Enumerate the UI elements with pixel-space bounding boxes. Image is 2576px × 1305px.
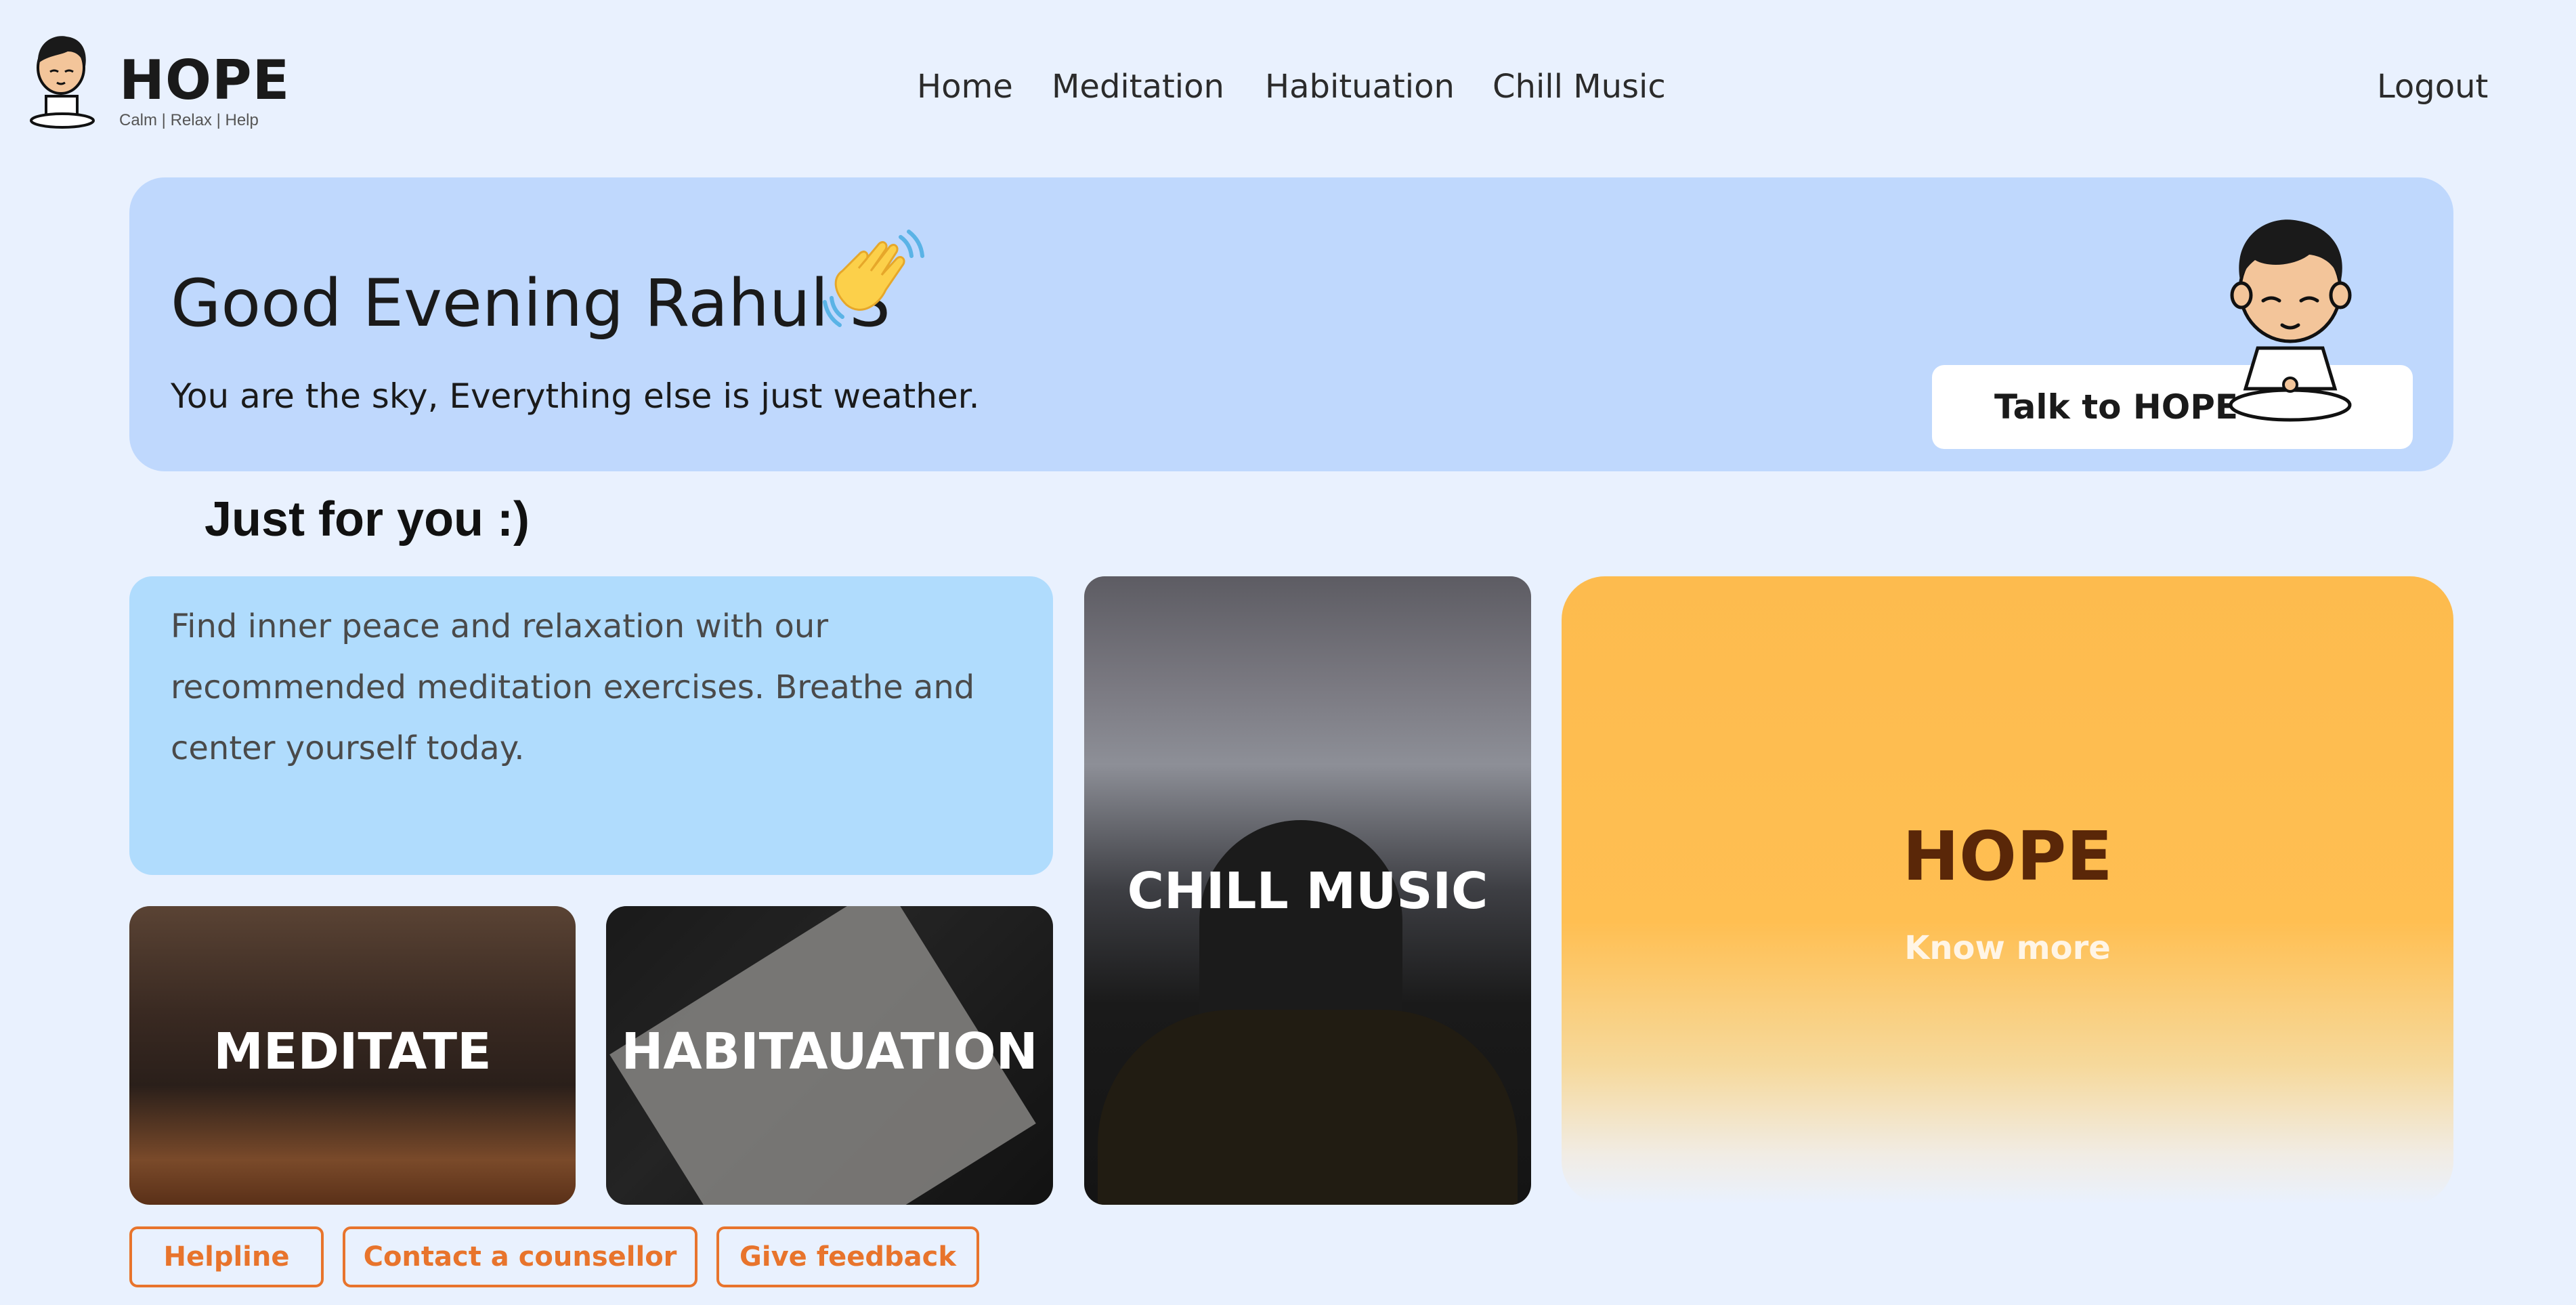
waving-hand-icon	[823, 230, 924, 327]
know-more-link[interactable]: Know more	[1562, 929, 2453, 967]
habituation-tile[interactable]: HABITAUATION	[606, 906, 1053, 1205]
section-title: Just for you :)	[205, 492, 530, 547]
brand-title: HOPE	[119, 49, 291, 112]
chill-music-label: CHILL MUSIC	[1127, 862, 1488, 920]
helpline-button[interactable]: Helpline	[129, 1226, 324, 1287]
meditate-label: MEDITATE	[213, 1023, 492, 1081]
listener-shoulders	[1098, 1010, 1518, 1205]
hope-card-title: HOPE	[1902, 817, 2113, 896]
give-feedback-button[interactable]: Give feedback	[716, 1226, 979, 1287]
logo-avatar-icon	[30, 36, 95, 129]
hope-avatar-icon	[2229, 219, 2352, 422]
meditate-tile[interactable]: MEDITATE	[129, 906, 576, 1205]
recommendation-text: Find inner peace and relaxation with our…	[171, 607, 975, 767]
nav-meditation[interactable]: Meditation	[1052, 68, 1224, 106]
habituation-label: HABITAUATION	[621, 1023, 1038, 1081]
brand-tagline: Calm | Relax | Help	[119, 111, 259, 129]
logout-link[interactable]: Logout	[2377, 68, 2488, 106]
nav-habituation[interactable]: Habituation	[1265, 68, 1455, 106]
contact-counsellor-button[interactable]: Contact a counsellor	[343, 1226, 697, 1287]
nav-home[interactable]: Home	[917, 68, 1013, 106]
nav-chill-music[interactable]: Chill Music	[1493, 68, 1666, 106]
inspirational-quote: You are the sky, Everything else is just…	[171, 377, 980, 416]
chill-music-tile[interactable]: CHILL MUSIC	[1084, 576, 1531, 1205]
greeting-text: Good Evening Rahul S	[171, 265, 890, 341]
